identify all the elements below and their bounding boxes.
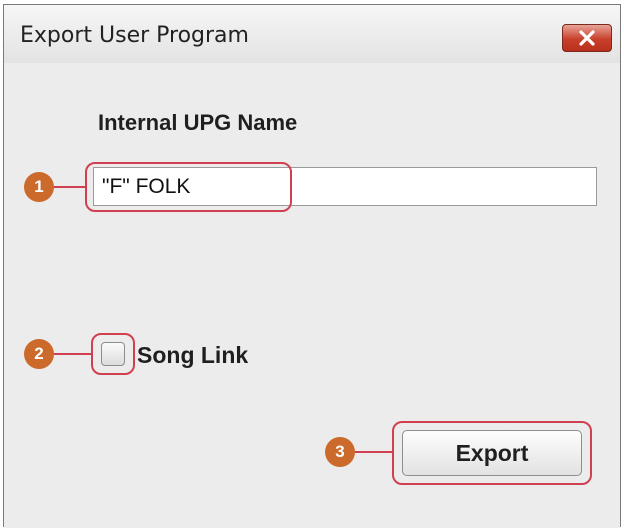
export-user-program-dialog: Export User Program Internal UPG Name 1 … bbox=[3, 4, 621, 528]
internal-upg-name-label: Internal UPG Name bbox=[98, 110, 298, 135]
callout-2-leader bbox=[52, 353, 92, 355]
callout-1-leader bbox=[52, 186, 86, 188]
close-x-icon bbox=[579, 30, 595, 46]
internal-upg-name-input[interactable] bbox=[93, 167, 597, 206]
close-button[interactable] bbox=[562, 24, 612, 52]
callout-1-badge: 1 bbox=[24, 172, 54, 202]
title-bar: Export User Program bbox=[4, 5, 620, 63]
dialog-body: Internal UPG Name 1 Song Link 2 Export 3 bbox=[4, 63, 620, 528]
song-link-checkbox[interactable] bbox=[101, 342, 125, 366]
callout-3-leader bbox=[352, 451, 393, 453]
callout-2-badge: 2 bbox=[24, 339, 54, 369]
window-title: Export User Program bbox=[20, 23, 249, 48]
callout-3-badge: 3 bbox=[325, 437, 355, 467]
song-link-label[interactable]: Song Link bbox=[137, 342, 248, 369]
export-button[interactable]: Export bbox=[402, 430, 582, 476]
